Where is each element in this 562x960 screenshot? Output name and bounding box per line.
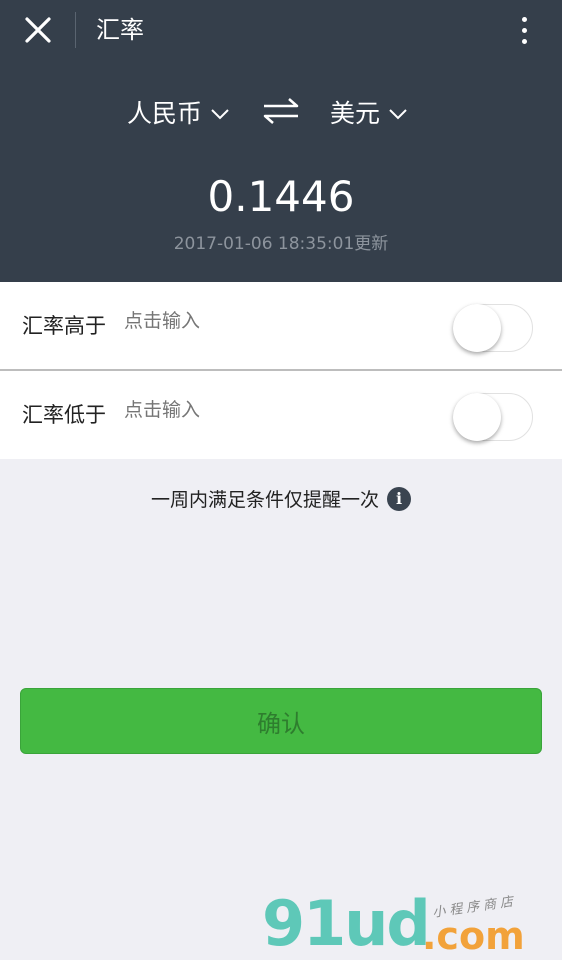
watermark-domain: .com (422, 914, 525, 958)
alert-above-label: 汇率高于 (22, 314, 106, 338)
page-title: 汇率 (96, 16, 144, 44)
alert-below-toggle[interactable] (453, 393, 533, 441)
rate-header: 汇率 人民币 美元 0.1446 2017-01-06 18:35:01更新 (0, 0, 562, 282)
to-currency-select[interactable]: 美元 (330, 94, 408, 130)
alert-below-label: 汇率低于 (22, 403, 106, 427)
alert-below-row: 汇率低于 (0, 371, 562, 459)
exchange-rate-value: 0.1446 (207, 172, 355, 221)
info-icon[interactable]: i (387, 486, 411, 511)
alert-above-input[interactable] (122, 310, 371, 334)
swap-icon[interactable] (261, 96, 301, 126)
close-button[interactable] (14, 12, 62, 48)
header-divider (75, 12, 76, 48)
alert-below-input[interactable] (122, 399, 371, 423)
chevron-down-icon (389, 109, 407, 120)
more-button[interactable] (506, 8, 542, 52)
chevron-down-icon (211, 109, 229, 120)
alert-above-toggle[interactable] (453, 304, 533, 352)
alert-above-row: 汇率高于 (0, 282, 562, 370)
confirm-button[interactable]: 确认 (20, 688, 542, 754)
notice: 一周内满足条件仅提醒一次 i (0, 485, 562, 512)
from-currency-select[interactable]: 人民币 (127, 94, 230, 130)
notice-text: 一周内满足条件仅提醒一次 (150, 489, 379, 511)
watermark-main: 91ud (262, 887, 431, 960)
close-icon (25, 17, 51, 43)
from-currency-label: 人民币 (127, 99, 203, 128)
watermark-logo: 91ud .com 小程序商店 (262, 888, 562, 960)
update-timestamp: 2017-01-06 18:35:01更新 (173, 234, 389, 254)
more-icon (521, 16, 527, 22)
toggle-knob (453, 304, 501, 352)
toggle-knob (453, 393, 501, 441)
to-currency-label: 美元 (330, 99, 381, 128)
